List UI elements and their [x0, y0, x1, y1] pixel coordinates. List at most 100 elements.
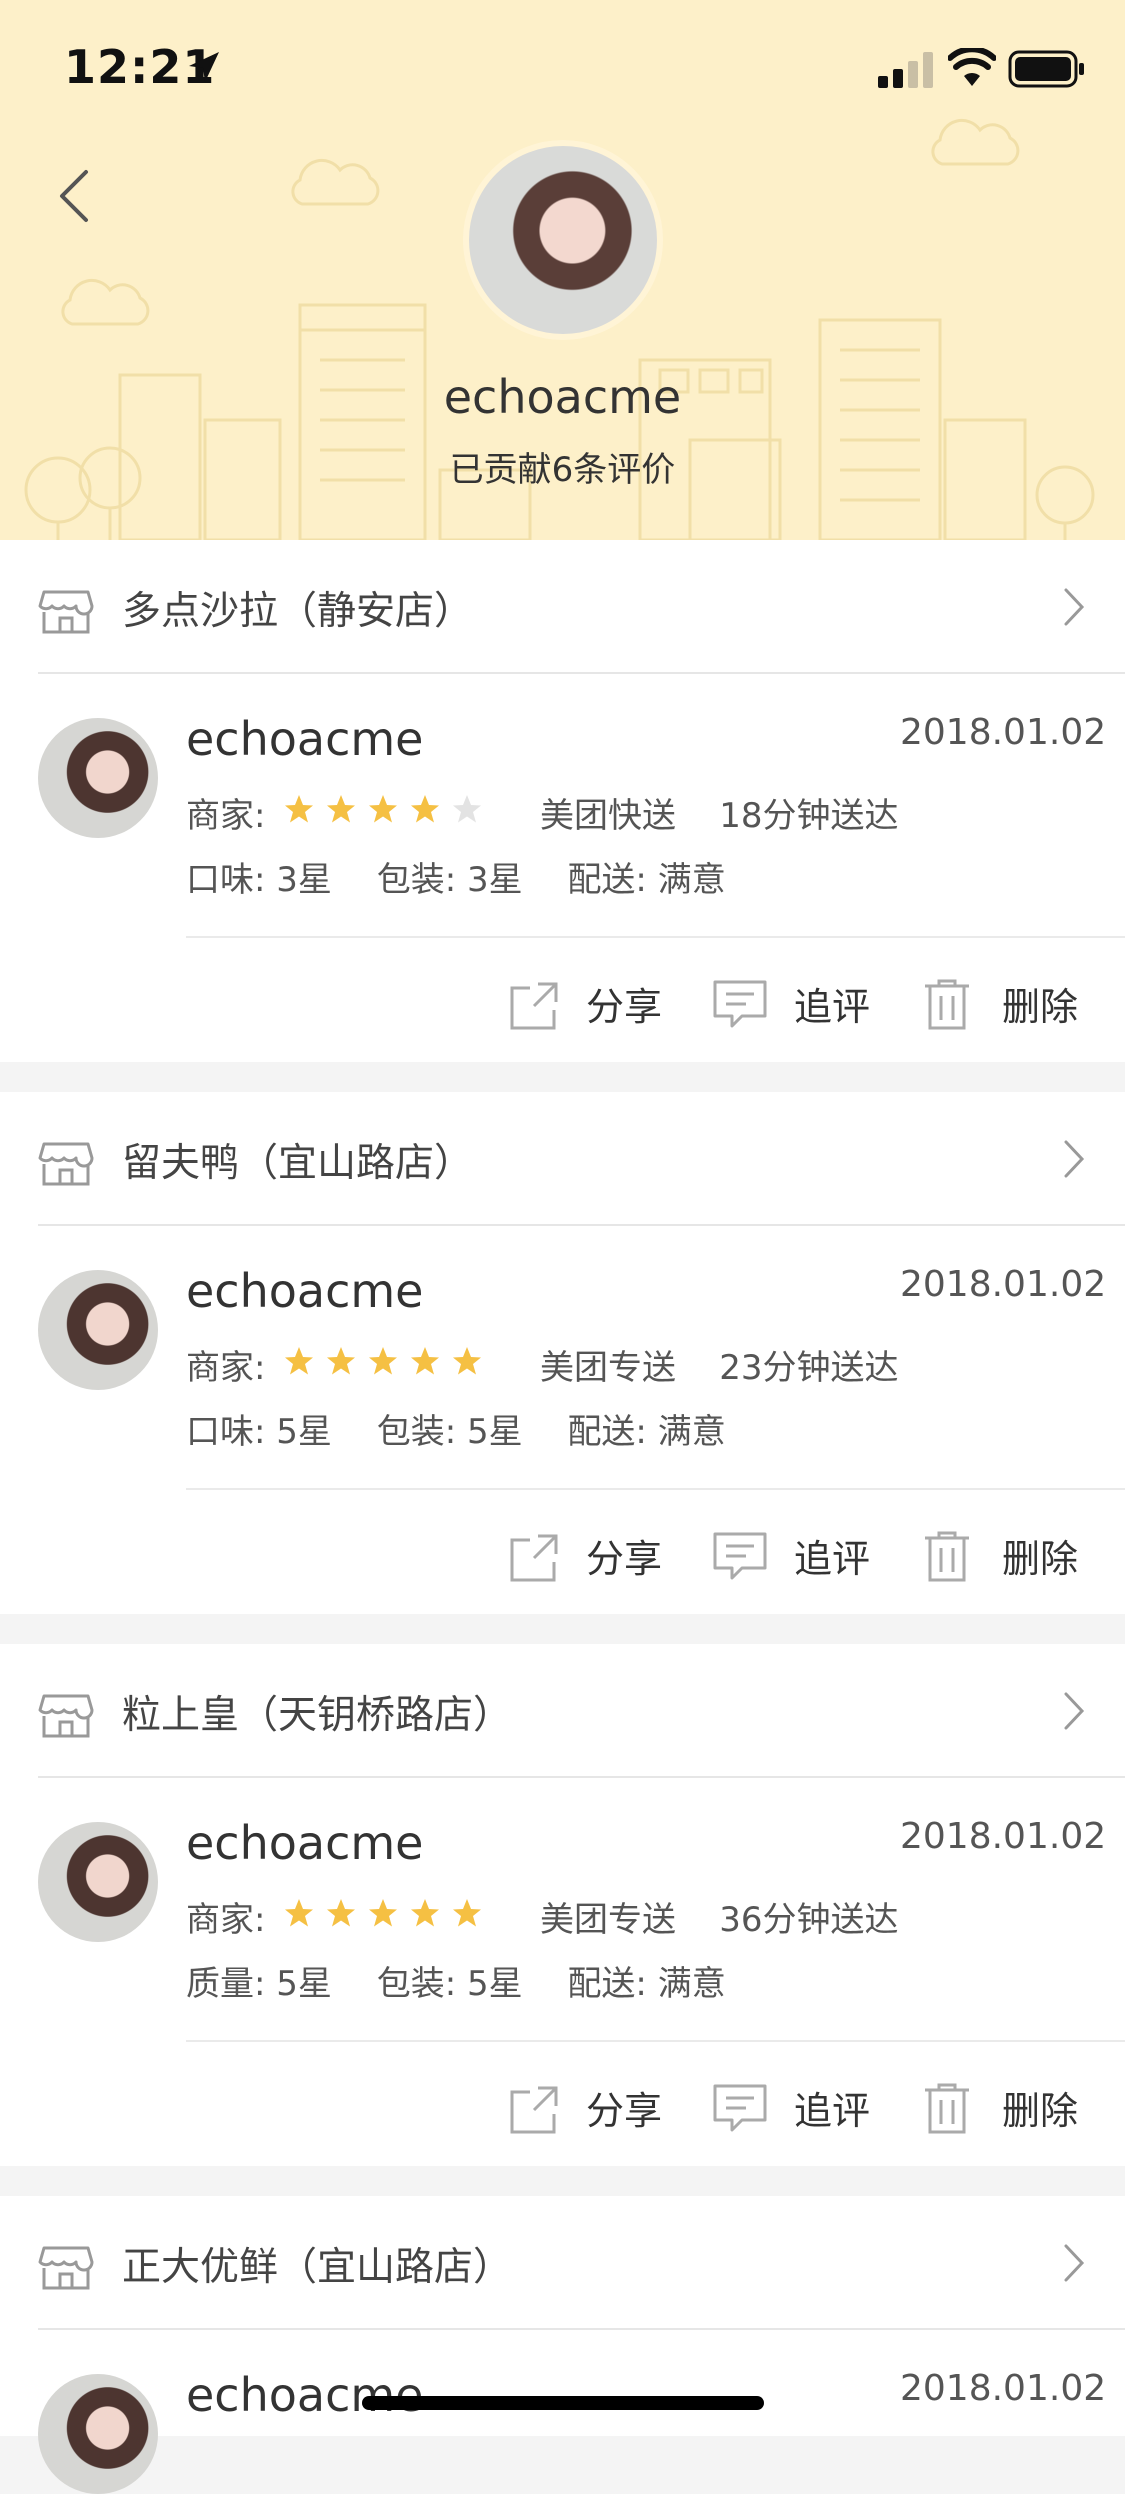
profile-name: echoacme	[443, 370, 682, 424]
shop-name: 粒上皇（天钥桥路店）	[122, 1693, 513, 1738]
delivery-time: 18分钟送达	[719, 796, 899, 836]
star-filled-icon	[453, 1899, 481, 1927]
merchant-rating-label: 商家:	[186, 1348, 266, 1388]
trash-icon	[925, 979, 969, 1030]
delete-label: 删除	[1002, 1537, 1079, 1581]
star-filled-icon	[285, 795, 313, 823]
delete-button[interactable]: 删除	[922, 2074, 1092, 2144]
star-filled-icon	[369, 795, 397, 823]
follow-up-label: 追评	[794, 1537, 871, 1581]
star-rating	[284, 794, 494, 830]
comment-icon	[713, 1532, 767, 1580]
share-button[interactable]: 分享	[508, 1522, 668, 1592]
rating-packaging: 包装: 5星	[376, 1412, 523, 1452]
shop-name: 留夫鸭（宜山路店）	[122, 1141, 474, 1186]
rating-quality: 质量: 5星	[186, 1964, 332, 2004]
follow-up-button[interactable]: 追评	[712, 970, 872, 1040]
review-date: 2018.01.02	[900, 1816, 1107, 1857]
rating-delivery: 配送: 满意	[567, 1964, 726, 2004]
shop-name: 多点沙拉（静安店）	[122, 589, 474, 634]
share-button[interactable]: 分享	[508, 2074, 668, 2144]
delete-label: 删除	[1002, 2089, 1079, 2133]
shop-icon	[38, 2246, 94, 2290]
trash-icon	[925, 2083, 969, 2134]
star-filled-icon	[411, 795, 439, 823]
star-rating	[284, 1346, 494, 1382]
reviewer-avatar[interactable]	[38, 1822, 158, 1942]
delivery-type: 美团专送	[540, 1900, 676, 1940]
share-icon	[510, 982, 558, 1030]
cellular-signal-icon	[878, 52, 933, 88]
profile-header: 12:21 echoacme 已贡献6条评价	[0, 0, 1125, 540]
follow-up-button[interactable]: 追评	[712, 1522, 872, 1592]
star-filled-icon	[411, 1347, 439, 1375]
rating-delivery: 配送: 满意	[567, 1412, 726, 1452]
star-filled-icon	[369, 1347, 397, 1375]
reviewer-avatar[interactable]	[38, 718, 158, 838]
reviewer-avatar[interactable]	[38, 2374, 158, 2494]
sub-ratings: 质量: 5星 包装: 5星 配送: 满意	[186, 1956, 760, 2005]
back-button[interactable]	[40, 150, 110, 240]
shop-icon	[38, 1694, 94, 1738]
rating-packaging: 包装: 3星	[376, 860, 523, 900]
divider	[38, 672, 1125, 674]
sub-ratings: 口味: 3星 包装: 3星 配送: 满意	[186, 852, 760, 901]
delete-button[interactable]: 删除	[922, 1522, 1092, 1592]
star-filled-icon	[369, 1899, 397, 1927]
reviewer-avatar[interactable]	[38, 1270, 158, 1390]
divider	[38, 1224, 1125, 1226]
chevron-right-icon	[1064, 1692, 1085, 1730]
star-filled-icon	[285, 1347, 313, 1375]
review-date: 2018.01.02	[900, 2368, 1107, 2409]
review-card: 留夫鸭（宜山路店） echoacme 2018.01.02 商家: 美团专送 2…	[0, 1092, 1125, 1614]
comment-icon	[713, 980, 767, 1028]
delivery-info: 美团专送 36分钟送达	[540, 1892, 899, 1941]
rating-taste: 口味: 5星	[186, 1412, 332, 1452]
chevron-right-icon	[1064, 2244, 1085, 2282]
review-card: 粒上皇（天钥桥路店） echoacme 2018.01.02 商家: 美团专送 …	[0, 1644, 1125, 2166]
review-card: 多点沙拉（静安店） echoacme 2018.01.02 商家: 美团快送 1…	[0, 540, 1125, 1062]
share-icon	[510, 1534, 558, 1582]
follow-up-button[interactable]: 追评	[712, 2074, 872, 2144]
shop-row[interactable]: 正大优鲜（宜山路店）	[0, 2196, 1125, 2328]
reviewer-name: echoacme	[186, 1264, 424, 1318]
star-filled-icon	[327, 1899, 355, 1927]
reviewer-name: echoacme	[186, 1816, 424, 1870]
delete-button[interactable]: 删除	[922, 970, 1092, 1040]
shop-name: 正大优鲜（宜山路店）	[122, 2245, 513, 2290]
wifi-icon	[948, 48, 996, 86]
delivery-type: 美团专送	[540, 1348, 676, 1388]
profile-avatar[interactable]	[463, 140, 663, 340]
star-filled-icon	[327, 1347, 355, 1375]
star-filled-icon	[453, 1347, 481, 1375]
trash-icon	[925, 1531, 969, 1582]
shop-row[interactable]: 粒上皇（天钥桥路店）	[0, 1644, 1125, 1776]
star-filled-icon	[327, 795, 355, 823]
divider	[38, 1776, 1125, 1778]
rating-delivery: 配送: 满意	[567, 860, 726, 900]
share-button[interactable]: 分享	[508, 970, 668, 1040]
delivery-info: 美团专送 23分钟送达	[540, 1340, 899, 1389]
share-icon	[510, 2086, 558, 2134]
shop-row[interactable]: 留夫鸭（宜山路店）	[0, 1092, 1125, 1224]
share-label: 分享	[586, 2089, 663, 2133]
merchant-rating-label: 商家:	[186, 1900, 266, 1940]
delete-label: 删除	[1002, 985, 1079, 1029]
rating-packaging: 包装: 5星	[376, 1964, 523, 2004]
shop-row[interactable]: 多点沙拉（静安店）	[0, 540, 1125, 672]
merchant-rating-label: 商家:	[186, 796, 266, 836]
reviewer-name: echoacme	[186, 712, 424, 766]
divider	[38, 2328, 1125, 2330]
delivery-time: 23分钟送达	[719, 1348, 899, 1388]
delivery-type: 美团快送	[540, 796, 676, 836]
divider	[186, 1488, 1125, 1490]
reviewer-name: echoacme	[186, 2368, 424, 2422]
home-indicator[interactable]	[362, 2396, 764, 2410]
battery-icon	[1008, 50, 1084, 88]
star-rating	[284, 1898, 494, 1934]
rating-taste: 口味: 3星	[186, 860, 332, 900]
star-filled-icon	[411, 1899, 439, 1927]
follow-up-label: 追评	[794, 985, 871, 1029]
divider	[186, 936, 1125, 938]
delivery-time: 36分钟送达	[719, 1900, 899, 1940]
